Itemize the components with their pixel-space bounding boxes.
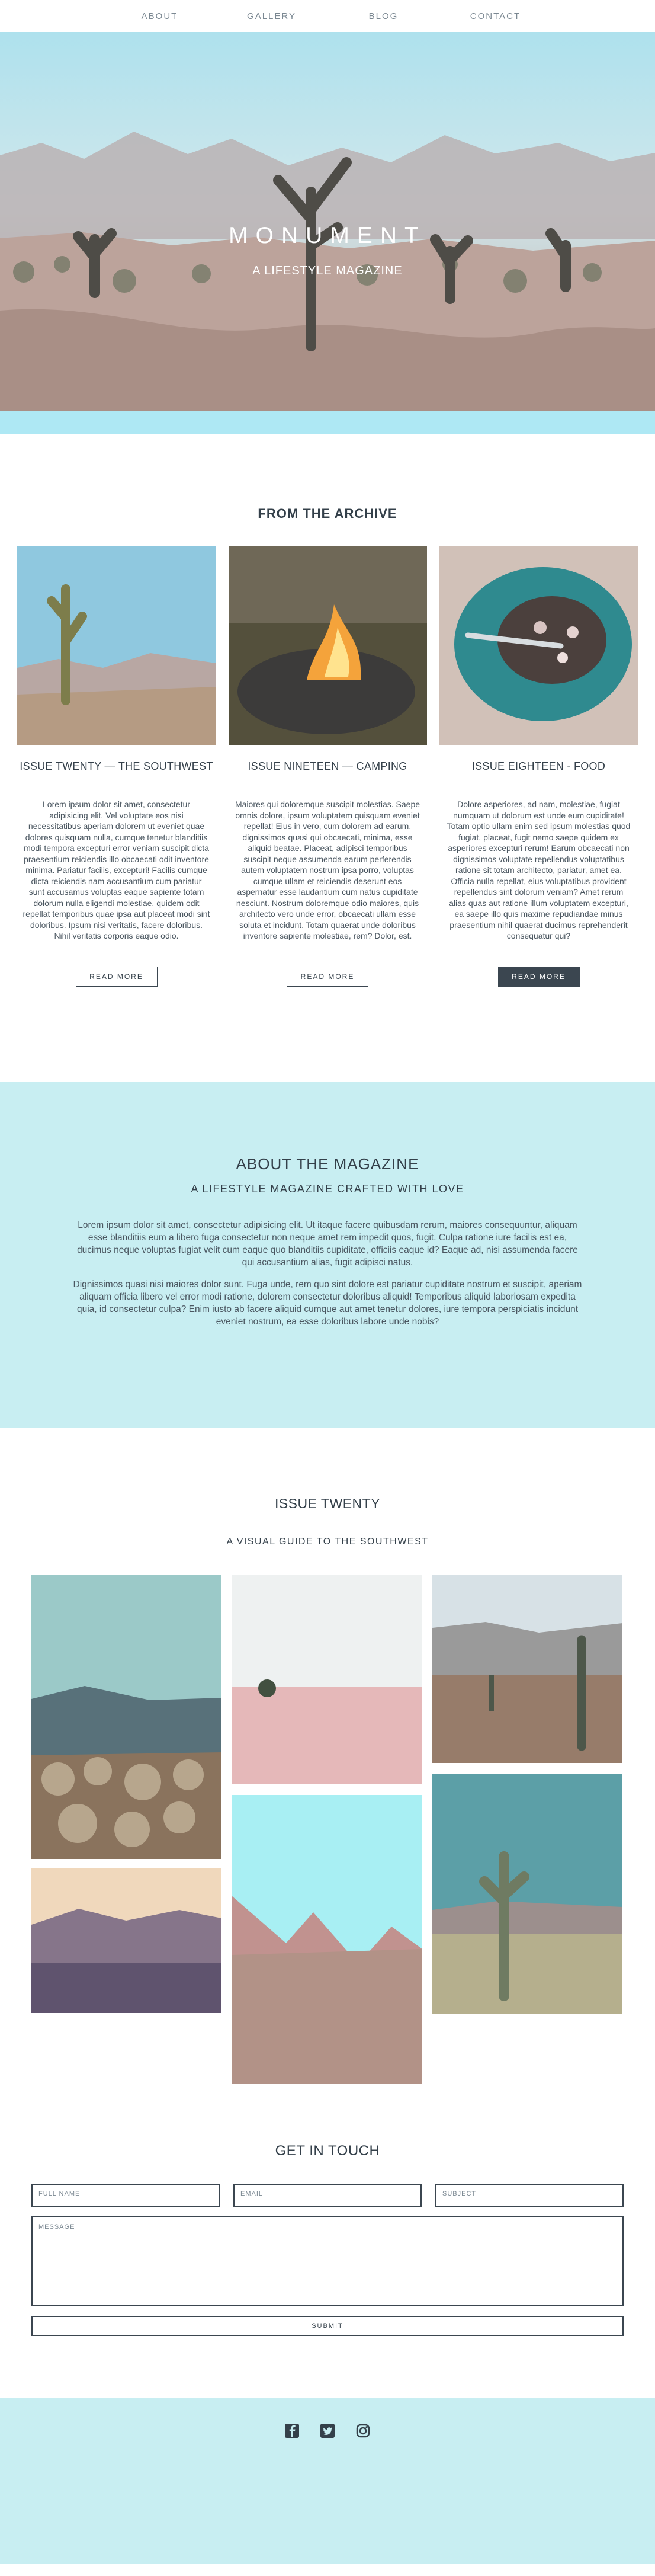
about-section: ABOUT THE MAGAZINE A LIFESTYLE MAGAZINE … xyxy=(0,1082,655,1428)
archive-card-text: Lorem ipsum dolor sit amet, consectetur … xyxy=(23,799,210,940)
hero-banner: MONUMENT A LIFESTYLE MAGAZINE xyxy=(0,32,655,411)
submit-button[interactable]: SUBMIT xyxy=(31,2316,624,2336)
nav-about[interactable]: ABOUT xyxy=(104,11,216,21)
contact-section: GET IN TOUCH FULL NAME EMAIL SUBJECT MES… xyxy=(0,2113,655,2398)
read-more-button[interactable]: READ MORE xyxy=(497,966,580,987)
nav-contact[interactable]: CONTACT xyxy=(439,11,551,21)
archive-section: FROM THE ARCHIVE ISSUE TWENTY — THE SOUT… xyxy=(0,434,655,1082)
gallery-image-desert-sunset xyxy=(31,1868,221,2013)
gallery-image-salt-flat xyxy=(232,1575,422,1784)
nav-blog[interactable]: BLOG xyxy=(328,11,439,21)
message-field[interactable]: MESSAGE xyxy=(31,2216,624,2306)
nav-gallery[interactable]: GALLERY xyxy=(216,11,328,21)
hero-accent-bar xyxy=(0,411,655,434)
photo-gallery xyxy=(0,1575,655,2084)
archive-title: FROM THE ARCHIVE xyxy=(258,506,397,521)
archive-card-title: ISSUE TWENTY — THE SOUTHWEST xyxy=(20,760,213,772)
issue-subtitle: A VISUAL GUIDE TO THE SOUTHWEST xyxy=(226,1537,429,1547)
facebook-icon[interactable] xyxy=(284,2423,300,2439)
twitter-icon[interactable] xyxy=(319,2423,336,2439)
form-row: FULL NAME EMAIL SUBJECT xyxy=(31,2184,624,2207)
issue-title: ISSUE TWENTY xyxy=(274,1496,381,1511)
gallery-image-cholla xyxy=(31,1575,221,1859)
subject-field[interactable]: SUBJECT xyxy=(435,2184,624,2207)
archive-card-title: ISSUE NINETEEN — CAMPING xyxy=(248,760,407,772)
about-title: ABOUT THE MAGAZINE xyxy=(236,1155,419,1173)
bottom-bar xyxy=(0,2531,655,2564)
southwest-image xyxy=(17,546,216,745)
email-field[interactable]: EMAIL xyxy=(233,2184,422,2207)
contact-title: GET IN TOUCH xyxy=(275,2143,380,2159)
archive-card-southwest: ISSUE TWENTY — THE SOUTHWEST Lorem ipsum… xyxy=(17,546,216,987)
top-nav: ABOUT GALLERY BLOG CONTACT xyxy=(0,0,655,32)
contact-form: FULL NAME EMAIL SUBJECT MESSAGE SUBMIT xyxy=(31,2184,624,2336)
archive-card-title: ISSUE EIGHTEEN - FOOD xyxy=(471,760,606,772)
gallery-image-desert-cactus xyxy=(432,1575,622,1763)
gallery-image-desert-valley xyxy=(232,1795,422,2084)
hero-background-image xyxy=(0,32,655,411)
camping-image xyxy=(228,546,427,745)
hero-subtitle: A LIFESTYLE MAGAZINE xyxy=(252,264,403,277)
archive-card-food: ISSUE EIGHTEEN - FOOD Dolore asperiores,… xyxy=(439,546,638,987)
archive-card-text: Dolore asperiores, ad nam, molestiae, fu… xyxy=(447,799,631,940)
about-paragraph-1: Lorem ipsum dolor sit amet, consectetur … xyxy=(77,1220,578,1268)
food-image xyxy=(439,546,638,745)
archive-card-text: Maiores qui doloremque suscipit molestia… xyxy=(235,799,420,940)
archive-card-camping: ISSUE NINETEEN — CAMPING Maiores qui dol… xyxy=(228,546,427,987)
hero-title: MONUMENT xyxy=(229,223,426,248)
full-name-field[interactable]: FULL NAME xyxy=(31,2184,220,2207)
instagram-icon[interactable] xyxy=(355,2423,371,2439)
read-more-button[interactable]: READ MORE xyxy=(75,966,158,987)
about-paragraph-2: Dignissimos quasi nisi maiores dolor sun… xyxy=(73,1279,582,1327)
issue-section: ISSUE TWENTY A VISUAL GUIDE TO THE SOUTH… xyxy=(0,1428,655,2113)
about-subtitle: A LIFESTYLE MAGAZINE CRAFTED WITH LOVE xyxy=(191,1183,464,1195)
footer xyxy=(0,2398,655,2531)
gallery-image-tall-cactus xyxy=(432,1774,622,2014)
archive-grid: ISSUE TWENTY — THE SOUTHWEST Lorem ipsum… xyxy=(0,546,655,987)
read-more-button[interactable]: READ MORE xyxy=(287,966,368,987)
